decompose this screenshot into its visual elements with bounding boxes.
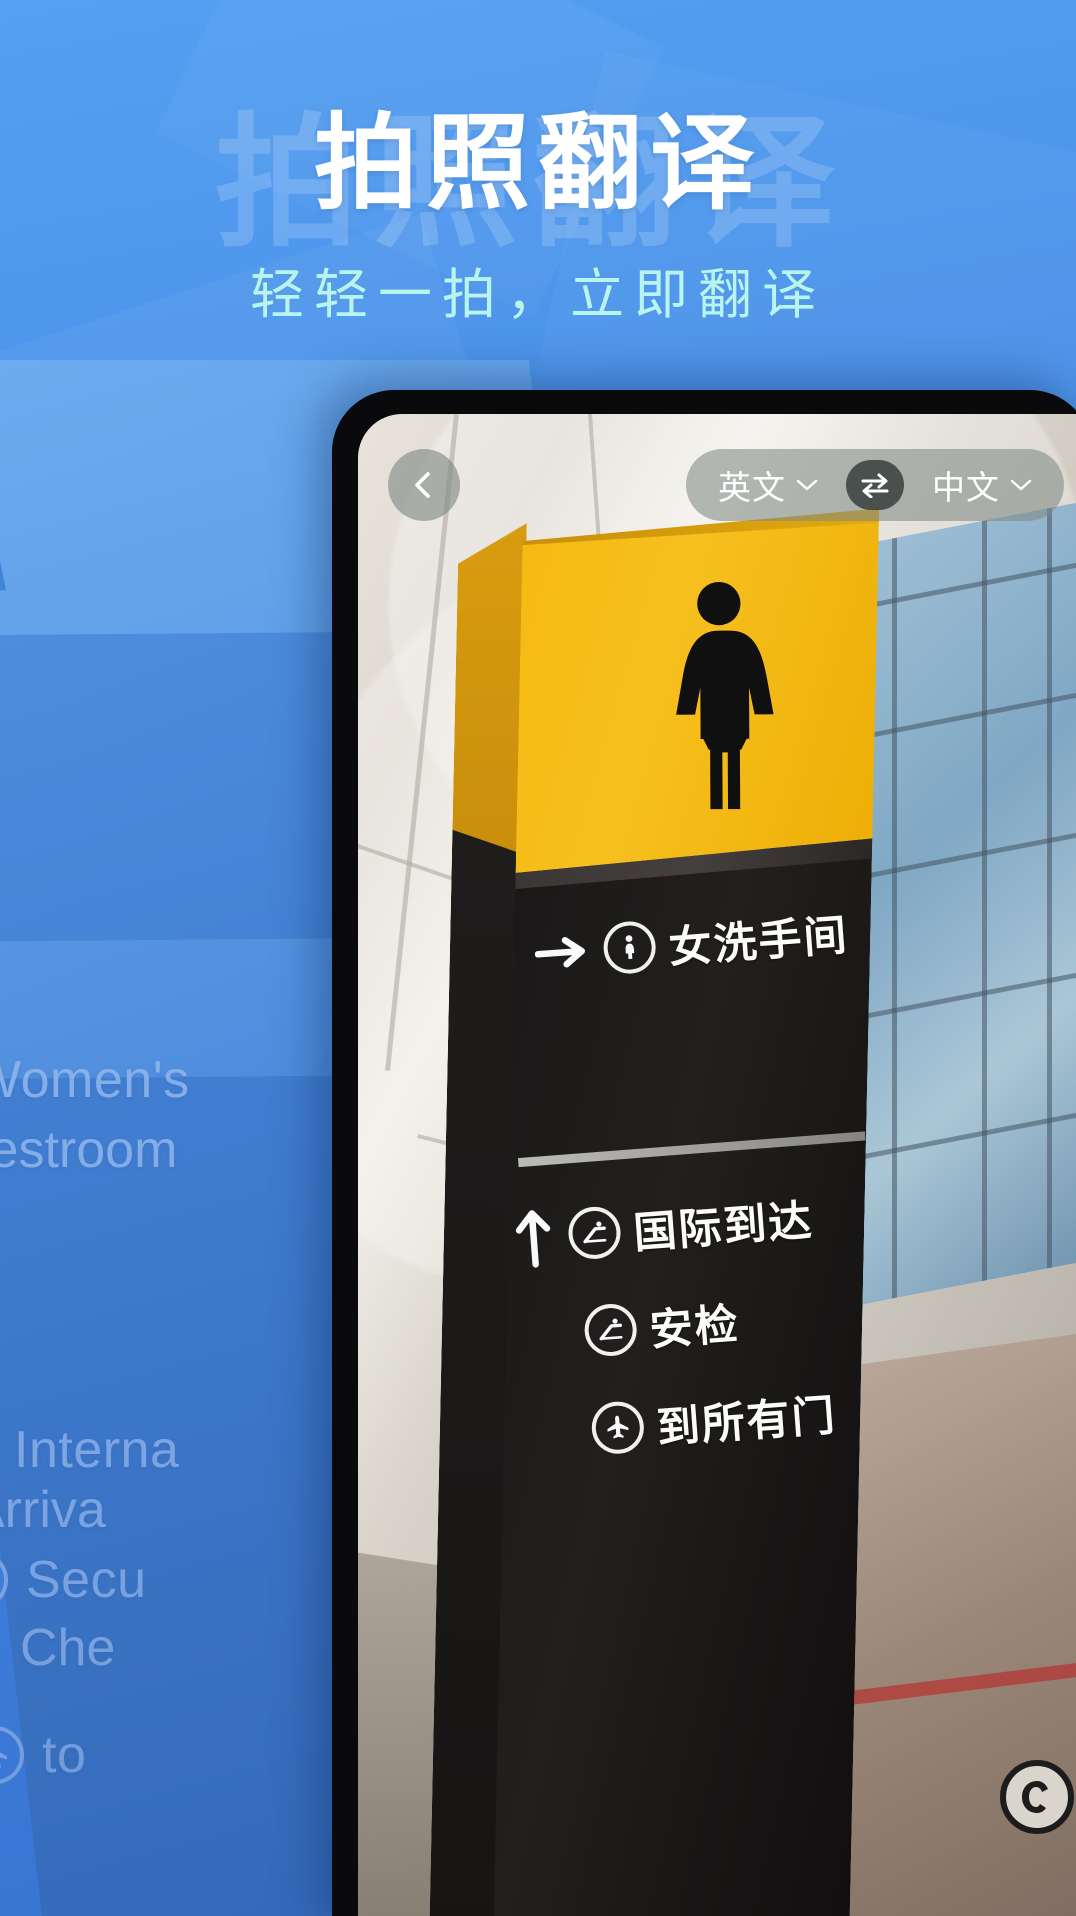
target-language-label: 中文 [932,469,1000,506]
background-row-text: to [42,1726,87,1784]
swap-arrows-icon [861,473,889,498]
arrow-right-icon [534,932,592,972]
promo-headline-block: 拍照翻译 拍照翻译 [0,106,1076,256]
background-row-text: Arriva [0,1481,106,1539]
background-row-text: Women's [0,1051,190,1109]
chevron-down-icon [796,479,818,491]
sign-row: 到所有门 [524,1378,878,1465]
swap-languages-button[interactable] [846,460,904,510]
arrow-up-icon [509,1205,557,1270]
airplane-icon [0,1726,24,1784]
airplane-icon [589,1399,646,1456]
sign-row: 安检 [517,1280,871,1367]
wall-logo-icon [1000,1760,1074,1834]
escalator-icon [582,1302,639,1358]
escalator-icon [0,1551,8,1609]
camera-viewfinder: 女洗手间 国际到达 安检 到所有门 [358,414,1076,1916]
sign-row-text: 国际到达 [631,1196,815,1258]
sign-row-text: 到所有门 [655,1391,839,1453]
background-sign-row: Women's [0,1050,190,1110]
source-language-label: 英文 [718,469,786,506]
page-subtitle: 轻轻一拍，立即翻译 [250,265,826,325]
escalator-icon [566,1205,623,1261]
translated-sign-pillar: 女洗手间 国际到达 安检 到所有门 [429,500,879,1916]
sign-row-text: 安检 [648,1300,742,1356]
chevron-left-icon [415,472,430,498]
background-sign-row: Interna [0,1410,179,1490]
background-sign-row: Secu [0,1550,147,1610]
background-row-text: Che [20,1619,116,1677]
promo-stage: Women's Restroom Interna Arriva Secu Che… [0,0,1076,1916]
background-row-text: Restroom [0,1121,178,1179]
sign-row-text: 女洗手间 [667,911,851,973]
sign-rows-bottom: 国际到达 安检 到所有门 [509,1182,880,1501]
chevron-down-icon [1010,479,1032,491]
phone-topbar: 英文 中文 [358,448,1076,522]
woman-restroom-pictogram-icon [0,420,40,670]
back-button[interactable] [388,449,460,521]
background-row-text: Secu [26,1551,147,1609]
phone-screen: 女洗手间 国际到达 安检 到所有门 英文 中文 [358,414,1076,1916]
phone-mockup: 女洗手间 国际到达 安检 到所有门 英文 中文 [332,390,1076,1916]
background-sign-row: to [0,1725,86,1785]
background-row-text: Interna [14,1421,180,1479]
woman-restroom-pictogram-icon [651,579,788,810]
language-selector-bar: 英文 中文 [686,449,1064,521]
target-language-button[interactable]: 中文 [910,461,1054,509]
source-language-button[interactable]: 英文 [696,461,840,509]
page-title: 拍照翻译 [313,106,762,222]
restroom-women-icon [601,919,658,976]
